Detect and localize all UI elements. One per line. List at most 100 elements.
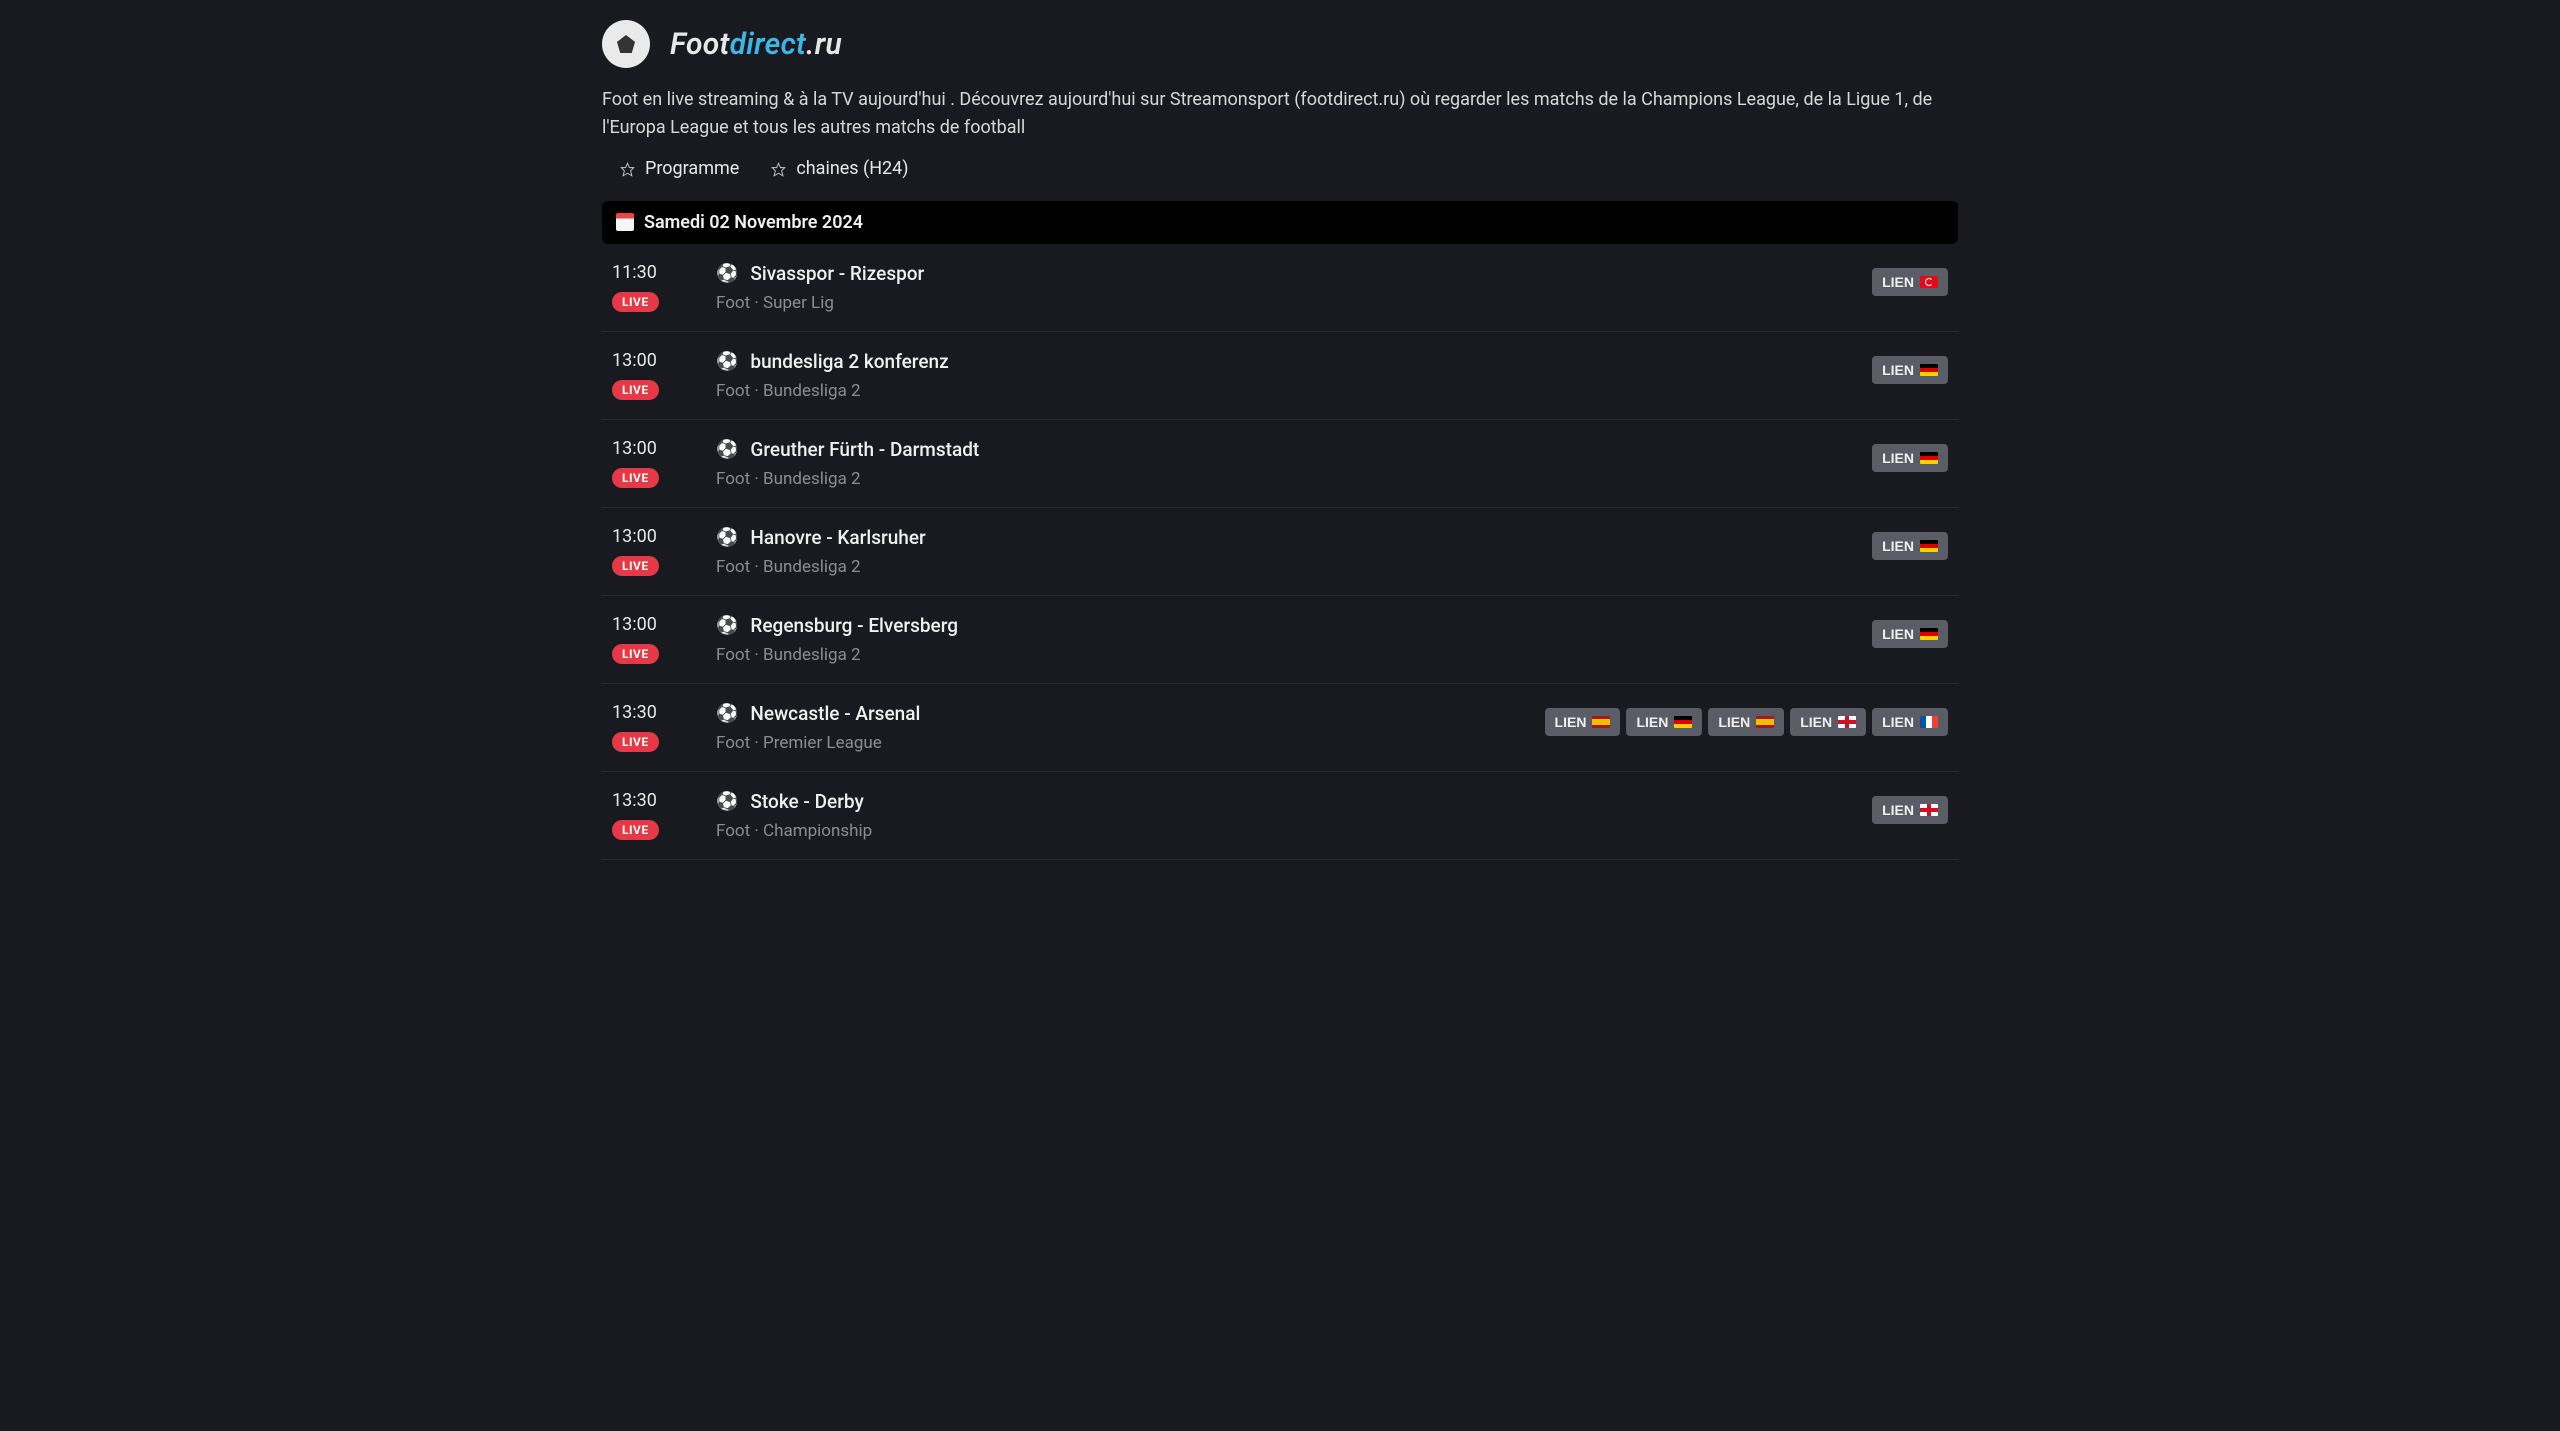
lien-label: LIEN — [1718, 714, 1750, 730]
lien-label: LIEN — [1882, 802, 1914, 818]
match-info: ⚽Newcastle - ArsenalFoot · Premier Leagu… — [708, 702, 1545, 753]
soccer-ball-icon: ⚽ — [716, 703, 738, 724]
match-title: Stoke - Derby — [750, 790, 863, 813]
calendar-icon — [616, 213, 634, 231]
match-title-line: ⚽Regensburg - Elversberg — [716, 614, 1872, 637]
match-title: Sivasspor - Rizespor — [750, 262, 924, 285]
nav-links: Programme chaines (H24) — [602, 158, 1958, 179]
match-row[interactable]: 13:30 LIVE ⚽ Stoke - Derby Foot · Championsh… — [602, 772, 1958, 860]
links-column: LIEN — [1872, 790, 1948, 824]
match-title: Newcastle - Arsenal — [750, 702, 920, 725]
lien-button[interactable]: LIEN — [1872, 356, 1948, 384]
logo-part3: .ru — [806, 27, 842, 62]
match-title: Regensburg - Elversberg — [750, 614, 958, 637]
match-title: Greuther Fürth - Darmstadt — [750, 438, 979, 461]
lien-button[interactable]: LIEN — [1872, 268, 1948, 296]
time-column: 13:30 LIVE — [612, 702, 708, 752]
match-list: 11:30LIVE ⚽ Sivasspor - Rizespor Foot · Sup… — [602, 244, 1958, 860]
soccer-ball-icon: ⚽ — [716, 263, 738, 284]
flag-fr-icon — [1920, 716, 1938, 728]
logo-part2: direct — [730, 27, 807, 62]
star-icon — [620, 161, 635, 176]
flag-tr-icon — [1920, 276, 1938, 288]
match-title-line: ⚽ Sivasspor - Rizespor — [716, 262, 1872, 285]
date-header: Samedi 02 Novembre 2024 — [602, 201, 1958, 244]
match-time: 13:00 — [612, 614, 708, 635]
soccer-ball-icon: ⚽ — [716, 439, 738, 460]
time-column: 11:30LIVE — [612, 262, 708, 312]
nav-programme[interactable]: Programme — [620, 158, 739, 179]
match-time: 13:30 — [612, 790, 708, 811]
match-info: ⚽ Stoke - Derby Foot · Championship — [708, 790, 1872, 841]
match-info: ⚽ Sivasspor - Rizespor Foot · Super Lig — [708, 262, 1872, 313]
lien-button[interactable]: LIEN — [1872, 532, 1948, 560]
match-row[interactable]: 13:30LIVE⚽Newcastle - ArsenalFoot · Prem… — [602, 684, 1958, 772]
links-column: LIEN LIEN LIEN LIEN LIEN — [1545, 702, 1948, 736]
live-badge: LIVE — [612, 292, 659, 312]
match-time: 13:00 — [612, 438, 708, 459]
nav-chaines[interactable]: chaines (H24) — [771, 158, 908, 179]
lien-button[interactable]: LIEN — [1708, 708, 1784, 736]
lien-label: LIEN — [1800, 714, 1832, 730]
lien-button[interactable]: LIEN — [1545, 708, 1621, 736]
time-column: 13:00 LIVE — [612, 350, 708, 400]
logo-text[interactable]: Footdirect.ru — [670, 27, 842, 62]
flag-es-icon — [1756, 716, 1774, 728]
match-row[interactable]: 13:00 LIVE ⚽ Greuther Fürth - Darmstadt Foot… — [602, 420, 1958, 508]
match-info: ⚽ Greuther Fürth - Darmstadt Foot · Bundes… — [708, 438, 1872, 489]
match-subtitle: Foot · Bundesliga 2 — [716, 469, 1872, 489]
lien-button[interactable]: LIEN — [1872, 620, 1948, 648]
lien-label: LIEN — [1882, 626, 1914, 642]
flag-de-icon — [1920, 628, 1938, 640]
match-title-line: ⚽ Greuther Fürth - Darmstadt — [716, 438, 1872, 461]
soccer-ball-icon: ⚽ — [716, 791, 738, 812]
logo-ball-icon — [602, 20, 650, 68]
time-column: 13:00 LIVE — [612, 614, 708, 664]
live-badge: LIVE — [612, 556, 659, 576]
match-info: ⚽bundesliga 2 konferenz Foot · Bundesliga… — [708, 350, 1872, 401]
flag-de-icon — [1674, 716, 1692, 728]
match-title-line: ⚽ Newcastle - Arsenal — [716, 702, 1545, 725]
lien-button[interactable]: LIEN — [1872, 444, 1948, 472]
match-row[interactable]: 13:00LIVE⚽Hanovre - KarlsruherFoot · Bun… — [602, 508, 1958, 596]
live-badge: LIVE — [612, 468, 659, 488]
lien-button[interactable]: LIEN — [1790, 708, 1866, 736]
flag-en-icon — [1920, 804, 1938, 816]
match-row[interactable]: 11:30LIVE ⚽ Sivasspor - Rizespor Foot · Sup… — [602, 244, 1958, 332]
lien-button[interactable]: LIEN — [1626, 708, 1702, 736]
match-time: 13:00 — [612, 350, 708, 371]
live-badge: LIVE — [612, 644, 659, 664]
lien-label: LIEN — [1882, 362, 1914, 378]
lien-button[interactable]: LIEN — [1872, 796, 1948, 824]
match-time: 13:00 — [612, 526, 708, 547]
match-time: 13:30 — [612, 702, 708, 723]
lien-button[interactable]: LIEN — [1872, 708, 1948, 736]
flag-de-icon — [1920, 540, 1938, 552]
logo-part1: Foot — [670, 27, 730, 62]
match-title: bundesliga 2 konferenz — [750, 350, 948, 373]
match-subtitle: Foot · Bundesliga 2 — [716, 645, 1872, 665]
time-column: 13:30 LIVE — [612, 790, 708, 840]
live-badge: LIVE — [612, 732, 659, 752]
nav-programme-label: Programme — [645, 158, 739, 179]
lien-label: LIEN — [1882, 450, 1914, 466]
site-description: Foot en live streaming & à la TV aujourd… — [602, 86, 1958, 142]
match-subtitle: Foot · Super Lig — [716, 293, 1872, 313]
time-column: 13:00 LIVE — [612, 438, 708, 488]
match-row[interactable]: 13:00 LIVE ⚽bundesliga 2 konferenz Foot · B… — [602, 332, 1958, 420]
match-row[interactable]: 13:00 LIVE ⚽Regensburg - Elversberg Foot · … — [602, 596, 1958, 684]
match-subtitle: Foot · Championship — [716, 821, 1872, 841]
live-badge: LIVE — [612, 820, 659, 840]
flag-de-icon — [1920, 452, 1938, 464]
links-column: LIEN — [1872, 526, 1948, 560]
flag-es-icon — [1592, 716, 1610, 728]
date-header-text: Samedi 02 Novembre 2024 — [644, 212, 863, 233]
lien-label: LIEN — [1882, 714, 1914, 730]
links-column: LIEN — [1872, 614, 1948, 648]
match-subtitle: Foot · Bundesliga 2 — [716, 381, 1872, 401]
live-badge: LIVE — [612, 380, 659, 400]
lien-label: LIEN — [1555, 714, 1587, 730]
flag-de-icon — [1920, 364, 1938, 376]
time-column: 13:00 LIVE — [612, 526, 708, 576]
match-title-line: ⚽bundesliga 2 konferenz — [716, 350, 1872, 373]
